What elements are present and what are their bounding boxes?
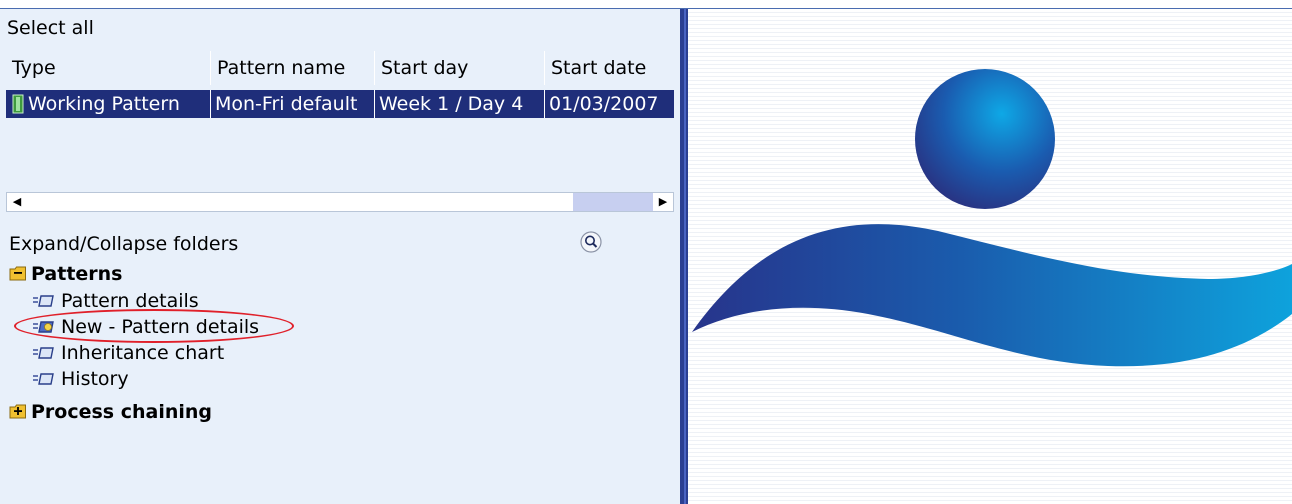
select-all-link[interactable]: Select all — [7, 15, 94, 41]
cell-pattern-name: Mon-Fri default — [211, 90, 375, 118]
new-form-icon — [33, 321, 54, 333]
form-icon — [33, 295, 54, 307]
logo-panel — [688, 9, 1292, 504]
form-icon — [33, 347, 54, 359]
table-row-selected[interactable]: Working Pattern Mon-Fri default Week 1 /… — [6, 90, 674, 118]
folder-patterns-label: Patterns — [31, 263, 123, 285]
cell-type: Working Pattern — [6, 90, 211, 118]
company-logo — [692, 69, 1292, 367]
folder-open-icon — [9, 266, 26, 281]
scroll-thumb[interactable] — [573, 193, 653, 211]
panel-divider-highlight — [684, 9, 686, 504]
expand-collapse-label[interactable]: Expand/Collapse folders — [9, 231, 238, 257]
scroll-left-button[interactable]: ◀ — [7, 193, 27, 211]
tree-item-label: Inheritance chart — [61, 342, 225, 364]
left-panel: Select all Type Pattern name Start day S… — [0, 9, 680, 504]
expand-collapse-bar: Expand/Collapse folders — [0, 227, 680, 261]
working-pattern-icon — [12, 94, 24, 114]
cell-start-date: 01/03/2007 — [549, 93, 659, 115]
horizontal-scrollbar[interactable]: ◀ ▶ — [6, 192, 674, 212]
column-header-start-date[interactable]: Start date — [545, 51, 674, 85]
grid-header: Type Pattern name Start day Start date — [0, 43, 680, 93]
cell-start-day: Week 1 / Day 4 — [375, 90, 545, 118]
column-header-type[interactable]: Type — [6, 51, 211, 85]
form-icon — [33, 373, 54, 385]
scroll-right-button[interactable]: ▶ — [653, 193, 673, 211]
tree-item-label: History — [61, 368, 129, 390]
tree-item-label: New - Pattern details — [61, 316, 260, 338]
folder-closed-icon — [9, 404, 26, 419]
zoom-icon[interactable] — [580, 231, 602, 253]
cell-type-text: Working Pattern — [28, 93, 180, 115]
column-header-start-day[interactable]: Start day — [375, 51, 545, 85]
column-header-pattern-name[interactable]: Pattern name — [211, 51, 375, 85]
folder-process-chaining-label: Process chaining — [31, 401, 213, 423]
tree-item-label: Pattern details — [61, 290, 199, 312]
